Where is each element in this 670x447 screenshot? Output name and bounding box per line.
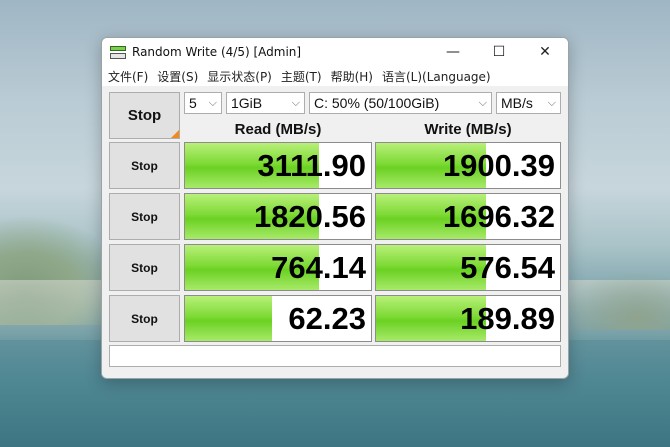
write-value-row3: 576.54: [460, 249, 555, 285]
read-bar-row4: [185, 296, 273, 341]
read-value-row3: 764.14: [271, 249, 366, 285]
write-header: Write (MB/s): [424, 121, 512, 138]
stop-button-row1[interactable]: Stop: [109, 142, 180, 189]
chevron-down-icon: ⌵: [478, 97, 487, 109]
benchmark-panel: Stop 5 ⌵ 1GiB ⌵ C: 50% (50/100GiB) ⌵ MB/s ⌵ …: [102, 86, 568, 378]
read-result-row2: 1820.56: [184, 193, 372, 240]
stop-button-row2[interactable]: Stop: [109, 193, 180, 240]
chevron-down-icon: ⌵: [291, 97, 300, 109]
drive-value: C: 50% (50/100GiB): [314, 95, 440, 111]
title-bar[interactable]: Random Write (4/5) [Admin] — ☐ ✕: [102, 38, 568, 66]
count-select[interactable]: 5 ⌵: [184, 92, 222, 114]
write-result-row2: 1696.32: [375, 193, 561, 240]
minimize-button[interactable]: —: [430, 38, 476, 66]
read-value-row1: 3111.90: [257, 147, 366, 183]
menu-theme[interactable]: 主题(T): [281, 68, 322, 85]
maximize-button[interactable]: ☐: [476, 38, 522, 66]
write-value-row4: 189.89: [460, 300, 555, 336]
size-value: 1GiB: [231, 95, 263, 111]
drive-select[interactable]: C: 50% (50/100GiB) ⌵: [309, 92, 492, 114]
unit-value: MB/s: [501, 95, 533, 111]
stop-button-row3[interactable]: Stop: [109, 244, 180, 291]
write-result-row4: 189.89: [375, 295, 561, 342]
menu-help[interactable]: 帮助(H): [331, 68, 373, 85]
read-result-row1: 3111.90: [184, 142, 372, 189]
corner-indicator: [171, 130, 179, 138]
chevron-down-icon: ⌵: [208, 97, 217, 109]
stop-all-label: Stop: [127, 107, 162, 124]
read-value-row2: 1820.56: [253, 198, 366, 234]
count-value: 5: [189, 95, 197, 111]
menu-language[interactable]: 语言(L)(Language): [382, 68, 491, 85]
write-value-row1: 1900.39: [442, 147, 555, 183]
stop-button-row4[interactable]: Stop: [109, 295, 180, 342]
read-result-row4: 62.23: [184, 295, 372, 342]
menu-file[interactable]: 文件(F): [108, 68, 148, 85]
crystaldiskmark-window: Random Write (4/5) [Admin] — ☐ ✕ 文件(F) 设…: [101, 37, 569, 379]
comment-field[interactable]: [109, 345, 561, 367]
read-header: Read (MB/s): [234, 121, 322, 138]
write-result-row3: 576.54: [375, 244, 561, 291]
background-hills-right: [560, 270, 670, 330]
size-select[interactable]: 1GiB ⌵: [226, 92, 305, 114]
write-result-row1: 1900.39: [375, 142, 561, 189]
write-value-row2: 1696.32: [442, 198, 555, 234]
window-title: Random Write (4/5) [Admin]: [132, 45, 302, 59]
stop-all-button[interactable]: Stop: [109, 92, 180, 139]
menu-profile[interactable]: 显示状态(P): [207, 68, 272, 85]
chevron-down-icon: ⌵: [547, 97, 556, 109]
read-result-row3: 764.14: [184, 244, 372, 291]
close-button[interactable]: ✕: [522, 38, 568, 66]
menu-settings[interactable]: 设置(S): [157, 68, 198, 85]
unit-select[interactable]: MB/s ⌵: [496, 92, 561, 114]
app-icon: [110, 45, 126, 59]
menu-bar: 文件(F) 设置(S) 显示状态(P) 主题(T) 帮助(H) 语言(L)(La…: [102, 66, 568, 86]
read-value-row4: 62.23: [288, 300, 366, 336]
